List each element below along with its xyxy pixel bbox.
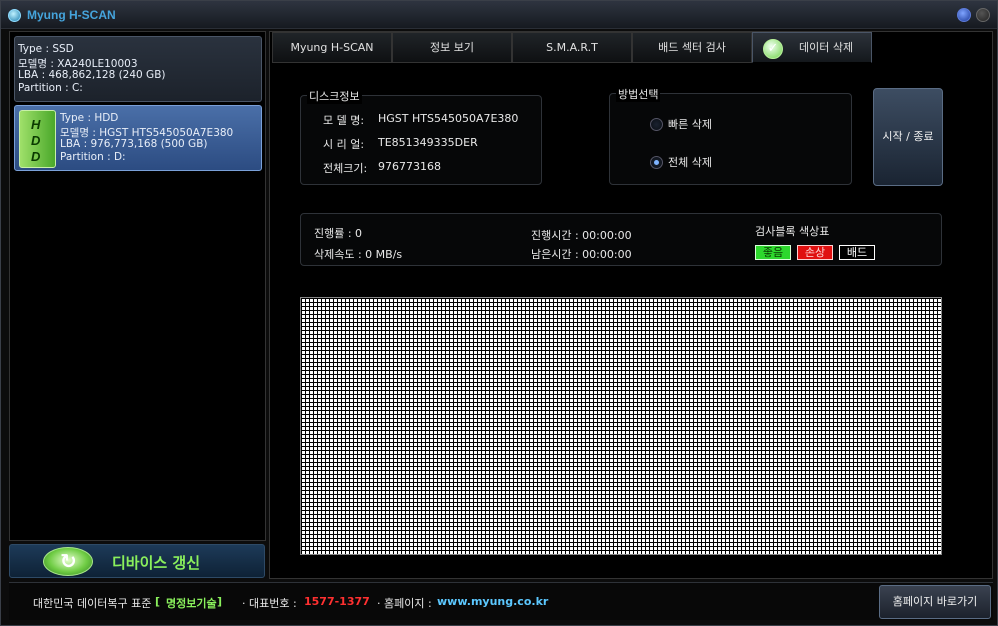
main-panel: Myung H-SCAN 정보 보기 S.M.A.R.T 배드 섹터 검사 ✓ … [269,31,993,579]
tab-smart[interactable]: S.M.A.R.T [512,32,632,63]
status-bracket-close: ] [217,595,223,608]
device-item-ssd[interactable]: Type : SSD 모델명 : XA240LE10003 LBA : 468,… [14,36,262,102]
quick-erase-radio[interactable] [650,118,663,131]
device-partition: Partition : C: [18,82,83,94]
homepage-button[interactable]: 홈페이지 바로가기 [879,585,991,619]
device-lba: LBA : 468,862,128 (240 GB) [18,69,166,81]
device-partition: Partition : D: [60,151,126,163]
tab-info-view[interactable]: 정보 보기 [392,32,512,63]
start-stop-button[interactable]: 시작 / 종료 [873,88,943,186]
hdd-icon: H D D [19,110,56,168]
serial-value: TE851349335DER [378,136,478,149]
erase-speed: 삭제속도 : 0 MB/s [314,248,403,261]
size-value: 976773168 [378,160,441,173]
phone-label: · 대표번호 : [242,597,297,610]
status-bracket-open: [ [155,595,161,608]
full-erase-radio[interactable] [650,156,663,169]
device-refresh-label: 디바이스 갱신 [112,554,201,572]
disk-info-group: 디스크정보 모 델 명: HGST HTS545050A7E380 시 리 얼:… [300,88,542,185]
refresh-icon [43,547,93,576]
device-refresh-button[interactable]: 디바이스 갱신 [9,544,265,578]
status-bar: 대한민국 데이터복구 표준 [ 명정보기술 ] · 대표번호 : 1577-13… [9,582,993,620]
size-label: 전체크기: [323,162,368,175]
close-button[interactable] [976,8,990,22]
phone-number: 1577-1377 [304,595,370,608]
full-erase-label[interactable]: 전체 삭제 [668,154,712,170]
legend-bad: 배드 [839,245,875,260]
device-list: Type : SSD 모델명 : XA240LE10003 LBA : 468,… [9,31,266,541]
minimize-button[interactable] [957,8,971,22]
method-title: 방법선택 [616,86,661,102]
device-lba: LBA : 976,773,168 (500 GB) [60,138,208,150]
remaining-time: 남은시간 : 00:00:00 [531,248,632,261]
device-item-hdd[interactable]: H D D Type : HDD 모델명 : HGST HTS545050A7E… [14,105,262,171]
model-label: 모 델 명: [323,114,365,127]
tab-data-erase-label: 데이터 삭제 [799,41,854,54]
status-prefix: 대한민국 데이터복구 표준 [33,597,152,610]
elapsed-time: 진행시간 : 00:00:00 [531,229,632,242]
device-type: Type : SSD [18,43,74,55]
legend-good: 좋음 [755,245,791,260]
model-value: HGST HTS545050A7E380 [378,112,519,125]
serial-label: 시 리 얼: [323,138,365,151]
tab-data-erase[interactable]: ✓ 데이터 삭제 [752,32,872,63]
check-icon: ✓ [763,39,783,59]
device-type: Type : HDD [60,112,119,124]
method-group: 방법선택 빠른 삭제 전체 삭제 [609,86,852,185]
app-title: Myung H-SCAN [27,8,116,22]
brand-name: 명정보기술 [166,597,217,610]
tab-bad-sector-scan[interactable]: 배드 섹터 검사 [632,32,752,63]
block-map-grid [300,297,942,555]
homepage-label: · 홈페이지 : [377,597,432,610]
progress-group: 진행률 : 0 삭제속도 : 0 MB/s 진행시간 : 00:00:00 남은… [300,213,942,266]
homepage-url[interactable]: www.myung.co.kr [437,595,548,608]
title-bar[interactable]: Myung H-SCAN [1,1,997,29]
legend-title: 검사블록 색상표 [755,225,830,238]
disk-info-title: 디스크정보 [307,88,362,104]
legend-damaged: 손상 [797,245,833,260]
hdd-badge-letter: D [31,149,41,164]
hdd-badge-letter: H [31,117,41,132]
app-window: Myung H-SCAN Type : SSD 모델명 : XA240LE100… [0,0,998,626]
hdd-badge-letter: D [31,133,41,148]
quick-erase-label[interactable]: 빠른 삭제 [668,116,712,132]
progress-rate: 진행률 : 0 [314,227,363,240]
tab-myung-hscan[interactable]: Myung H-SCAN [272,32,392,63]
app-logo-icon [8,9,21,22]
